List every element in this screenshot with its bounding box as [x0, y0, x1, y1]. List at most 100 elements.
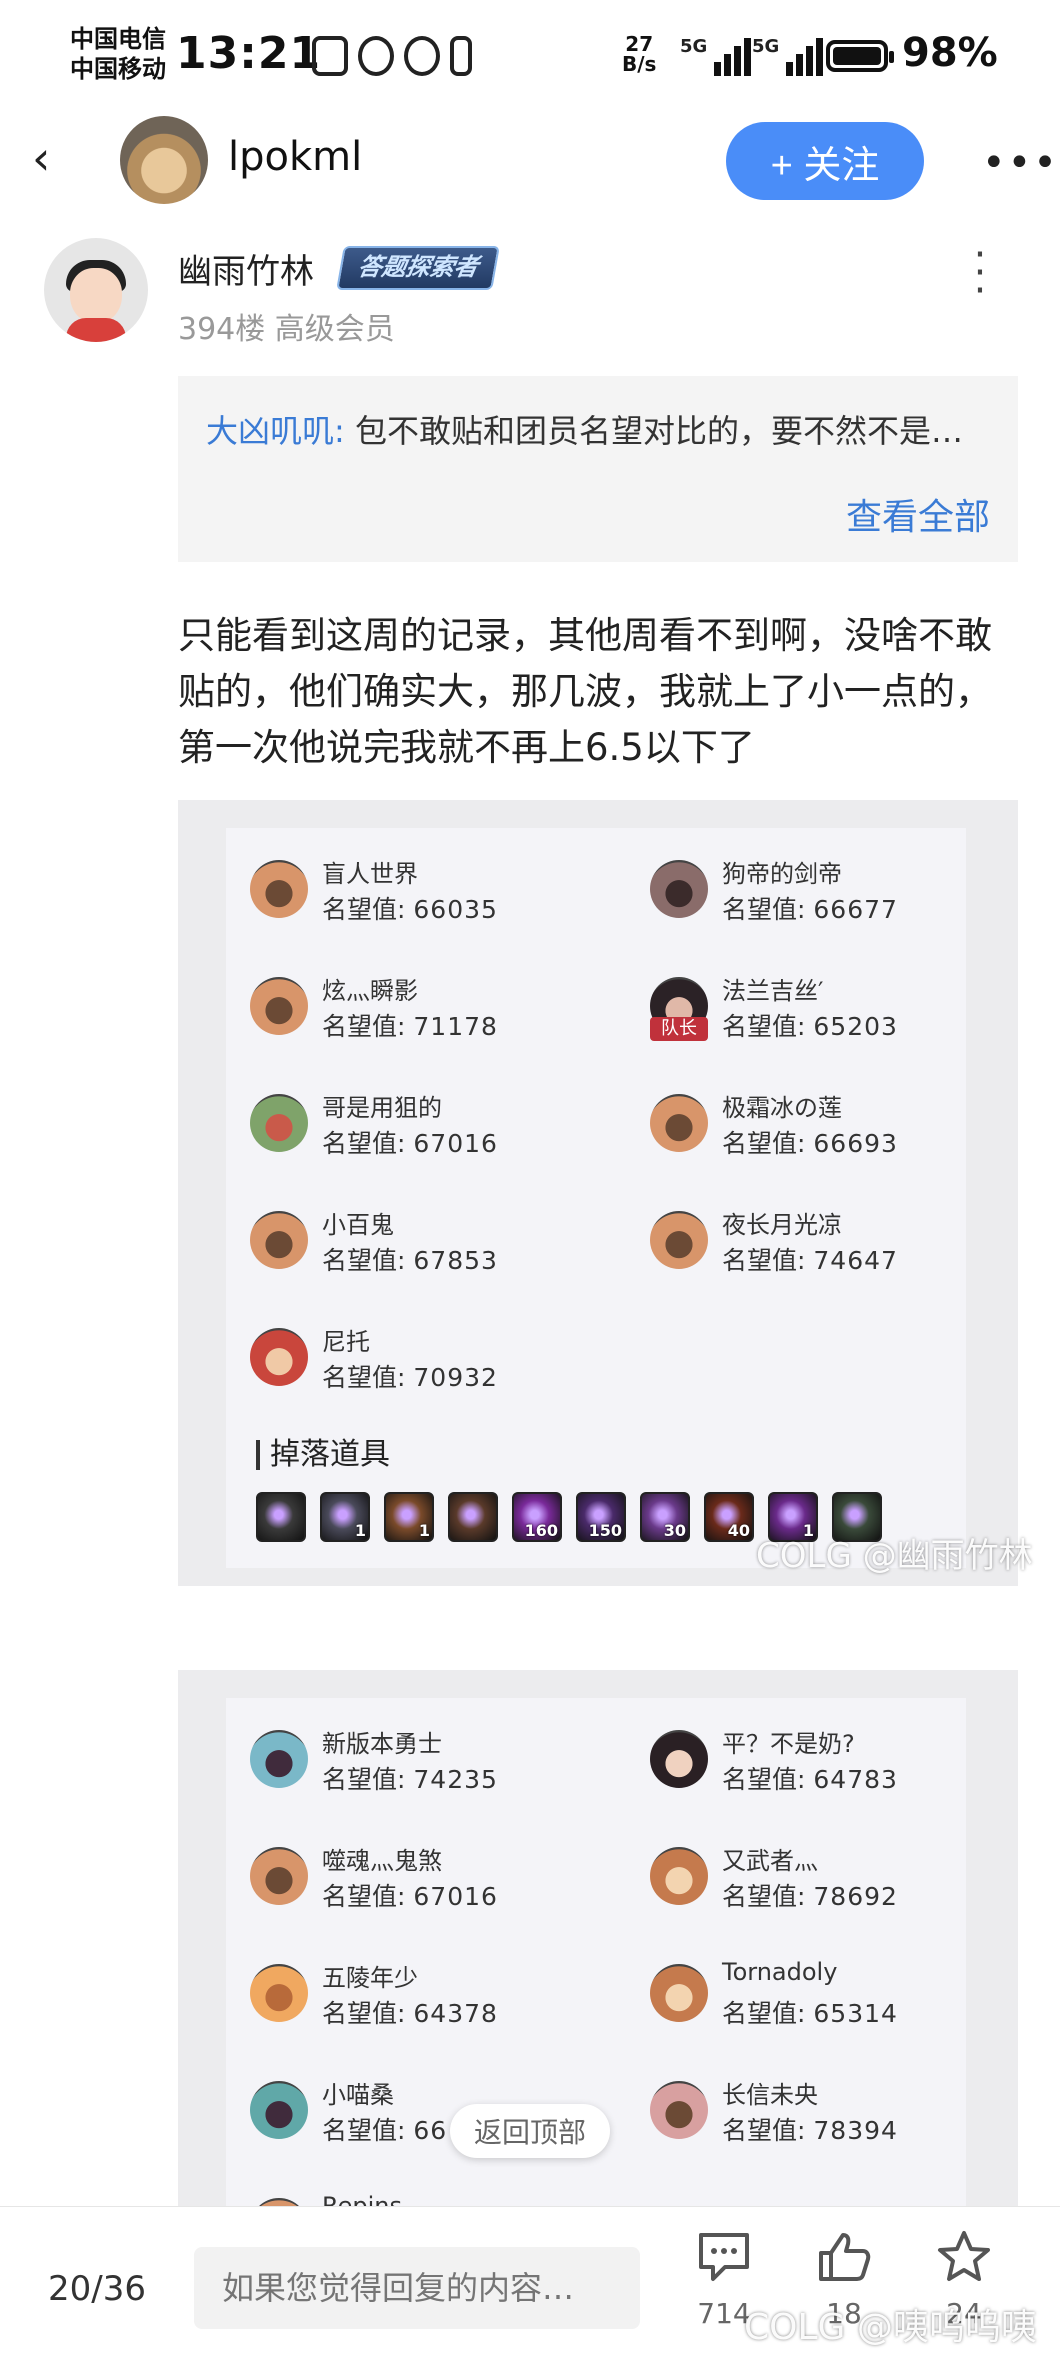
member-avatar	[650, 1964, 708, 2022]
renown-value: 78692	[813, 1882, 898, 1911]
status-icons	[312, 36, 472, 76]
member-entry: Tornadoly 名望值: 65314	[650, 1956, 1000, 2028]
battery-icon	[826, 40, 894, 72]
renown-value: 70932	[413, 1363, 498, 1392]
more-options-icon[interactable]: •••	[982, 140, 1059, 186]
member-renown: 名望值: 74235	[322, 1760, 498, 1796]
member-avatar	[250, 1730, 308, 1788]
thumbs-up-icon	[819, 2233, 871, 2281]
member-entry: 炫灬瞬影 名望值: 71178	[250, 969, 600, 1041]
renown-label: 名望值:	[322, 2116, 406, 2145]
renown-value: 65314	[813, 1999, 898, 2028]
member-entry: 夜长月光凉 名望值: 74647	[650, 1203, 1000, 1275]
member-name: 哥是用狙的	[322, 1094, 442, 1122]
renown-value: 74235	[413, 1765, 498, 1794]
poster-avatar[interactable]	[44, 238, 148, 342]
member-entry: 噬魂灬鬼煞 名望值: 67016	[250, 1839, 600, 1911]
renown-label: 名望值:	[722, 1765, 806, 1794]
page-indicator[interactable]: 20/36	[48, 2269, 146, 2309]
member-name: 五陵年少	[322, 1964, 418, 1992]
renown-value: 66035	[413, 895, 498, 924]
drop-item-icon: 40	[704, 1492, 754, 1542]
member-avatar	[250, 1964, 308, 2022]
member-entry: 极霜冰の莲 名望值: 66693	[650, 1086, 1000, 1158]
member-name: 小喵桑	[322, 2081, 394, 2109]
renown-label: 名望值:	[322, 1363, 406, 1392]
post-image-1[interactable]: 盲人世界 名望值: 66035 狗帝的剑帝 名望值: 66677 炫灬瞬影 名望值: 71…	[178, 800, 1033, 1586]
net-speed-value: 27	[625, 32, 654, 56]
member-renown: 名望值: 65203	[722, 1007, 898, 1043]
member-avatar	[250, 977, 308, 1035]
renown-value: 78394	[813, 2116, 898, 2145]
drop-item-icon: 160	[512, 1492, 562, 1542]
status-bar: 中国电信 中国移动 13:21 27 B/s 5G 5G 98%	[0, 0, 1060, 118]
member-renown: 名望值: 64378	[322, 1994, 498, 2030]
member-avatar	[250, 860, 308, 918]
team-record-panel: 盲人世界 名望值: 66035 狗帝的剑帝 名望值: 66677 炫灬瞬影 名望值: 71…	[226, 828, 966, 1568]
header-username[interactable]: lpokml	[228, 134, 362, 180]
user-avatar[interactable]	[120, 116, 208, 204]
battery-percent: 98%	[902, 30, 998, 76]
member-entry: 队长 法兰吉丝′ 名望值: 65203	[650, 969, 1000, 1041]
renown-label: 名望值:	[722, 1129, 806, 1158]
quoted-reply[interactable]: 大凶叽叽: 包不敢贴和团员名望对比的，要不然不是… 查看全部	[178, 376, 1018, 562]
renown-label: 名望值:	[722, 1999, 806, 2028]
back-to-top-button[interactable]: 返回顶部	[450, 2104, 610, 2158]
renown-value: 66	[413, 2116, 448, 2145]
drop-item-icon: 1	[320, 1492, 370, 1542]
sim2-label: 5G	[752, 36, 780, 57]
member-entry: 小百鬼 名望值: 67853	[250, 1203, 600, 1275]
member-name: Tornadoly	[722, 1958, 838, 1986]
quote-author[interactable]: 大凶叽叽:	[206, 412, 345, 450]
renown-label: 名望值:	[722, 1012, 806, 1041]
member-avatar	[650, 2081, 708, 2139]
view-all-link[interactable]: 查看全部	[846, 488, 990, 540]
post-menu-icon[interactable]: · · ·	[970, 235, 990, 311]
member-renown: 名望值: 67016	[322, 1877, 498, 1913]
drop-item-quantity: 1	[354, 1521, 366, 1540]
member-entry: 平？不是奶? 名望值: 64783	[650, 1722, 1000, 1794]
nfc-icon	[312, 36, 348, 76]
renown-label: 名望值:	[322, 1012, 406, 1041]
renown-value: 66693	[813, 1129, 898, 1158]
renown-value: 67016	[413, 1129, 498, 1158]
member-avatar	[650, 1730, 708, 1788]
renown-label: 名望值:	[322, 895, 406, 924]
alarm-icon	[358, 36, 394, 76]
member-entry: 盲人世界 名望值: 66035	[250, 852, 600, 924]
renown-value: 74647	[813, 1246, 898, 1275]
member-renown: 名望值: 64783	[722, 1760, 898, 1796]
member-renown: 名望值: 67853	[322, 1241, 498, 1277]
drop-item-quantity: 160	[524, 1521, 558, 1540]
carrier-labels: 中国电信 中国移动	[70, 24, 166, 84]
renown-value: 65203	[813, 1012, 898, 1041]
device-battery-icon	[450, 36, 472, 76]
signal-icon-sim2: 5G	[752, 36, 824, 76]
member-name: 新版本勇士	[322, 1730, 442, 1758]
renown-label: 名望值:	[322, 1765, 406, 1794]
quote-text: 包不敢贴和团员名望对比的，要不然不是…	[344, 412, 963, 450]
follow-button[interactable]: + 关注	[726, 122, 924, 200]
member-name: 小百鬼	[322, 1211, 394, 1239]
member-entry: 狗帝的剑帝 名望值: 66677	[650, 852, 1000, 924]
member-renown: 名望值: 65314	[722, 1994, 898, 2030]
status-time: 13:21	[176, 28, 322, 79]
member-entry: 五陵年少 名望值: 64378	[250, 1956, 600, 2028]
renown-label: 名望值:	[722, 1882, 806, 1911]
renown-label: 名望值:	[322, 1129, 406, 1158]
member-avatar	[250, 2081, 308, 2139]
renown-label: 名望值:	[722, 2116, 806, 2145]
headphones-icon	[404, 36, 440, 76]
member-entry: 长信未央 名望值: 78394	[650, 2073, 1000, 2145]
member-renown: 名望值: 78394	[722, 2111, 898, 2147]
carrier-1: 中国电信	[70, 25, 166, 53]
member-avatar	[650, 860, 708, 918]
poster-name[interactable]: 幽雨竹林	[178, 244, 314, 293]
drop-item-quantity: 150	[588, 1521, 622, 1540]
drop-item-quantity: 30	[663, 1521, 686, 1540]
member-renown: 名望值: 66677	[722, 890, 898, 926]
member-renown: 名望值: 66	[322, 2111, 447, 2147]
reply-input[interactable]	[194, 2247, 640, 2329]
back-icon[interactable]: ‹	[32, 135, 72, 181]
member-entry: 尼托 名望值: 70932	[250, 1320, 600, 1392]
